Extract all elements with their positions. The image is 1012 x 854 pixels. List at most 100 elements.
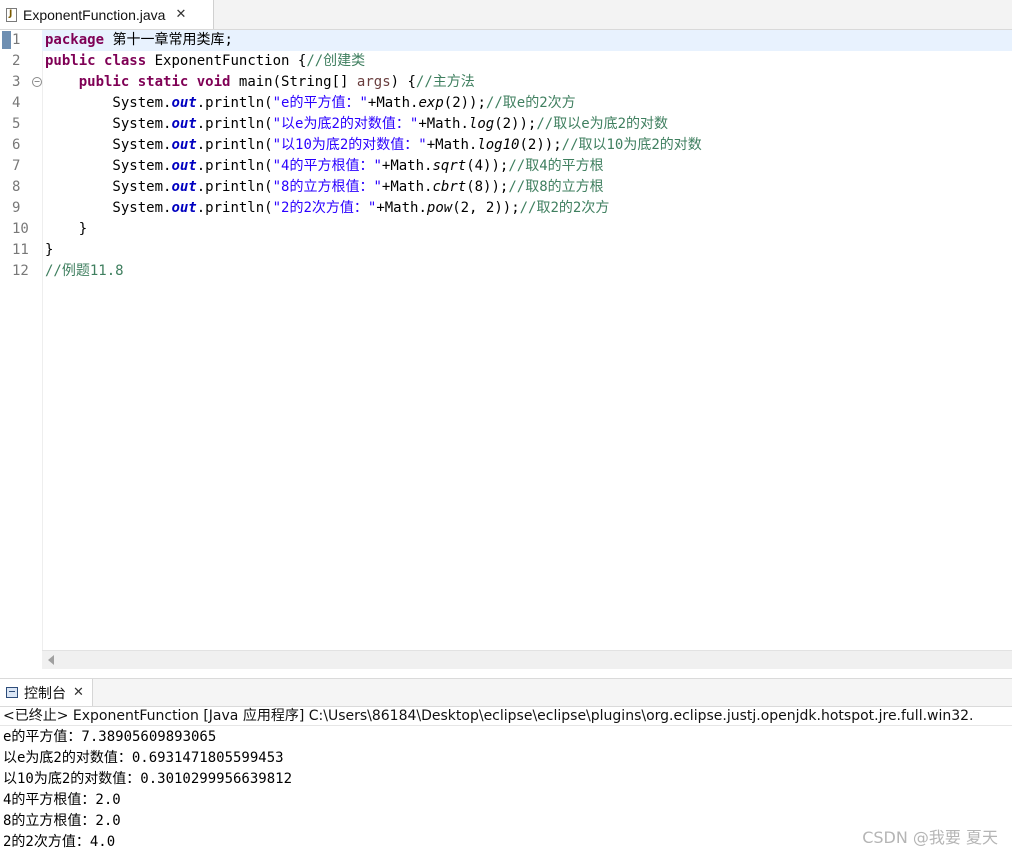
- editor-tab-exponentfunction[interactable]: ExponentFunction.java ✕: [0, 0, 214, 29]
- console-tab-bar: 控制台 ✕: [0, 678, 1012, 707]
- console-output-line: 以e为底2的对数值：0.6931471805599453: [3, 750, 284, 766]
- code-token: out: [171, 116, 197, 132]
- code-token: (2));: [443, 95, 486, 111]
- code-token: 第十一章常用类库;: [104, 32, 233, 48]
- console-tab-label: 控制台: [24, 685, 66, 702]
- code-line[interactable]: 3− public static void main(String[] args…: [0, 72, 1012, 93]
- code-token: (2));: [519, 137, 562, 153]
- code-token: sqrt: [432, 158, 467, 174]
- code-line[interactable]: 2 public class ExponentFunction {//创建类: [0, 51, 1012, 72]
- code-token: //取2的2次方: [519, 200, 610, 216]
- console-output[interactable]: e的平方值：7.38905609893065 以e为底2的对数值：0.693147…: [3, 727, 1003, 853]
- code-line[interactable]: 6 System.out.println("以10为底2的对数值："+Math.…: [0, 135, 1012, 156]
- line-number: 11: [12, 242, 29, 258]
- code-token: out: [171, 158, 197, 174]
- code-text: public class ExponentFunction {//创建类: [45, 51, 365, 72]
- code-line[interactable]: 7 System.out.println("4的平方根值："+Math.sqrt…: [0, 156, 1012, 177]
- code-line[interactable]: 4 System.out.println("e的平方值："+Math.exp(2…: [0, 93, 1012, 114]
- fold-toggle-icon[interactable]: −: [32, 77, 42, 87]
- line-number: 5: [12, 116, 21, 132]
- line-number: 1: [12, 32, 21, 48]
- code-token: exp: [418, 95, 444, 111]
- line-number: 8: [12, 179, 21, 195]
- editor-horizontal-scrollbar[interactable]: [42, 650, 1012, 669]
- code-text: System.out.println("以10为底2的对数值："+Math.lo…: [45, 135, 701, 156]
- line-number: 10: [12, 221, 29, 237]
- tab-console[interactable]: 控制台 ✕: [0, 679, 93, 706]
- code-token: "e的平方值：": [272, 95, 368, 111]
- code-token: +Math.: [367, 95, 419, 111]
- console-process-description: <已终止> ExponentFunction [Java 应用程序] C:\Us…: [0, 706, 1012, 726]
- code-text: public static void main(String[] args) {…: [45, 72, 475, 93]
- code-line[interactable]: 12 //例题11.8: [0, 261, 1012, 282]
- code-token: //创建类: [306, 53, 366, 69]
- code-line[interactable]: 8 System.out.println("8的立方根值："+Math.cbrt…: [0, 177, 1012, 198]
- code-text: System.out.println("以e为底2的对数值："+Math.log…: [45, 114, 668, 135]
- code-line[interactable]: 9 System.out.println("2的2次方值："+Math.pow(…: [0, 198, 1012, 219]
- code-token: "以e为底2的对数值：": [272, 116, 419, 132]
- code-text: //例题11.8: [45, 261, 124, 282]
- code-token: package: [45, 32, 105, 48]
- code-text: }: [45, 240, 53, 261]
- code-editor[interactable]: 1 package 第十一章常用类库; 2 public class Exponent…: [0, 30, 1012, 650]
- code-token: (2, 2));: [452, 200, 520, 216]
- code-token: //取以e为底2的对数: [536, 116, 669, 132]
- code-token: args: [356, 74, 391, 90]
- scroll-left-arrow-icon[interactable]: [48, 655, 54, 665]
- code-token: //取8的立方根: [508, 179, 604, 195]
- code-text: System.out.println("e的平方值："+Math.exp(2))…: [45, 93, 576, 114]
- code-token: "2的2次方值：": [272, 200, 377, 216]
- code-token: ) {: [390, 74, 416, 90]
- code-token: System.: [45, 179, 172, 195]
- code-token: public: [45, 53, 96, 69]
- console-output-line: e的平方值：7.38905609893065: [3, 729, 217, 745]
- code-token: class: [104, 53, 147, 69]
- code-token: "4的平方根值：": [272, 158, 382, 174]
- console-icon: [6, 687, 18, 698]
- code-token: .println(: [196, 179, 273, 195]
- code-token: (4));: [466, 158, 509, 174]
- editor-tab-bar: ExponentFunction.java ✕: [0, 0, 1012, 30]
- code-token: out: [171, 137, 197, 153]
- code-line[interactable]: 11}: [0, 240, 1012, 261]
- code-token: System.: [45, 116, 172, 132]
- code-text: System.out.println("8的立方根值："+Math.cbrt(8…: [45, 177, 604, 198]
- code-token: out: [171, 95, 197, 111]
- close-icon[interactable]: ✕: [73, 685, 84, 700]
- code-line[interactable]: 5 System.out.println("以e为底2的对数值："+Math.l…: [0, 114, 1012, 135]
- line-number: 9: [12, 200, 21, 216]
- code-text: }: [45, 219, 87, 240]
- code-token: +Math.: [376, 200, 427, 216]
- code-token: +Math.: [381, 158, 433, 174]
- line-number: 4: [12, 95, 21, 111]
- line-number: 6: [12, 137, 21, 153]
- console-output-line: 8的立方根值：2.0: [3, 813, 121, 829]
- code-token: (2));: [494, 116, 537, 132]
- code-token: +Math.: [426, 137, 478, 153]
- line-number: 7: [12, 158, 21, 174]
- code-token: //取4的平方根: [508, 158, 604, 174]
- code-token: //取e的2次方: [485, 95, 576, 111]
- close-icon[interactable]: ✕: [175, 7, 186, 22]
- code-text: System.out.println("2的2次方值："+Math.pow(2,…: [45, 198, 609, 219]
- code-line[interactable]: 10 }: [0, 219, 1012, 240]
- code-token: System.: [45, 95, 172, 111]
- console-output-line: 以10为底2的对数值：0.3010299956639812: [3, 771, 293, 787]
- code-token: out: [171, 179, 197, 195]
- console-output-line: 2的2次方值：4.0: [3, 834, 116, 850]
- code-token: out: [171, 200, 197, 216]
- code-token: //主方法: [415, 74, 475, 90]
- console-output-line: 4的平方根值：2.0: [3, 792, 121, 808]
- code-token: public: [78, 74, 130, 90]
- line-number: 2: [12, 53, 21, 69]
- code-line[interactable]: 1 package 第十一章常用类库;: [0, 30, 1012, 51]
- line-number: 12: [12, 263, 29, 279]
- code-token: log: [468, 116, 495, 132]
- code-token: System.: [45, 137, 172, 153]
- code-token: pow: [426, 200, 453, 216]
- watermark: CSDN @我要 夏天: [862, 828, 998, 847]
